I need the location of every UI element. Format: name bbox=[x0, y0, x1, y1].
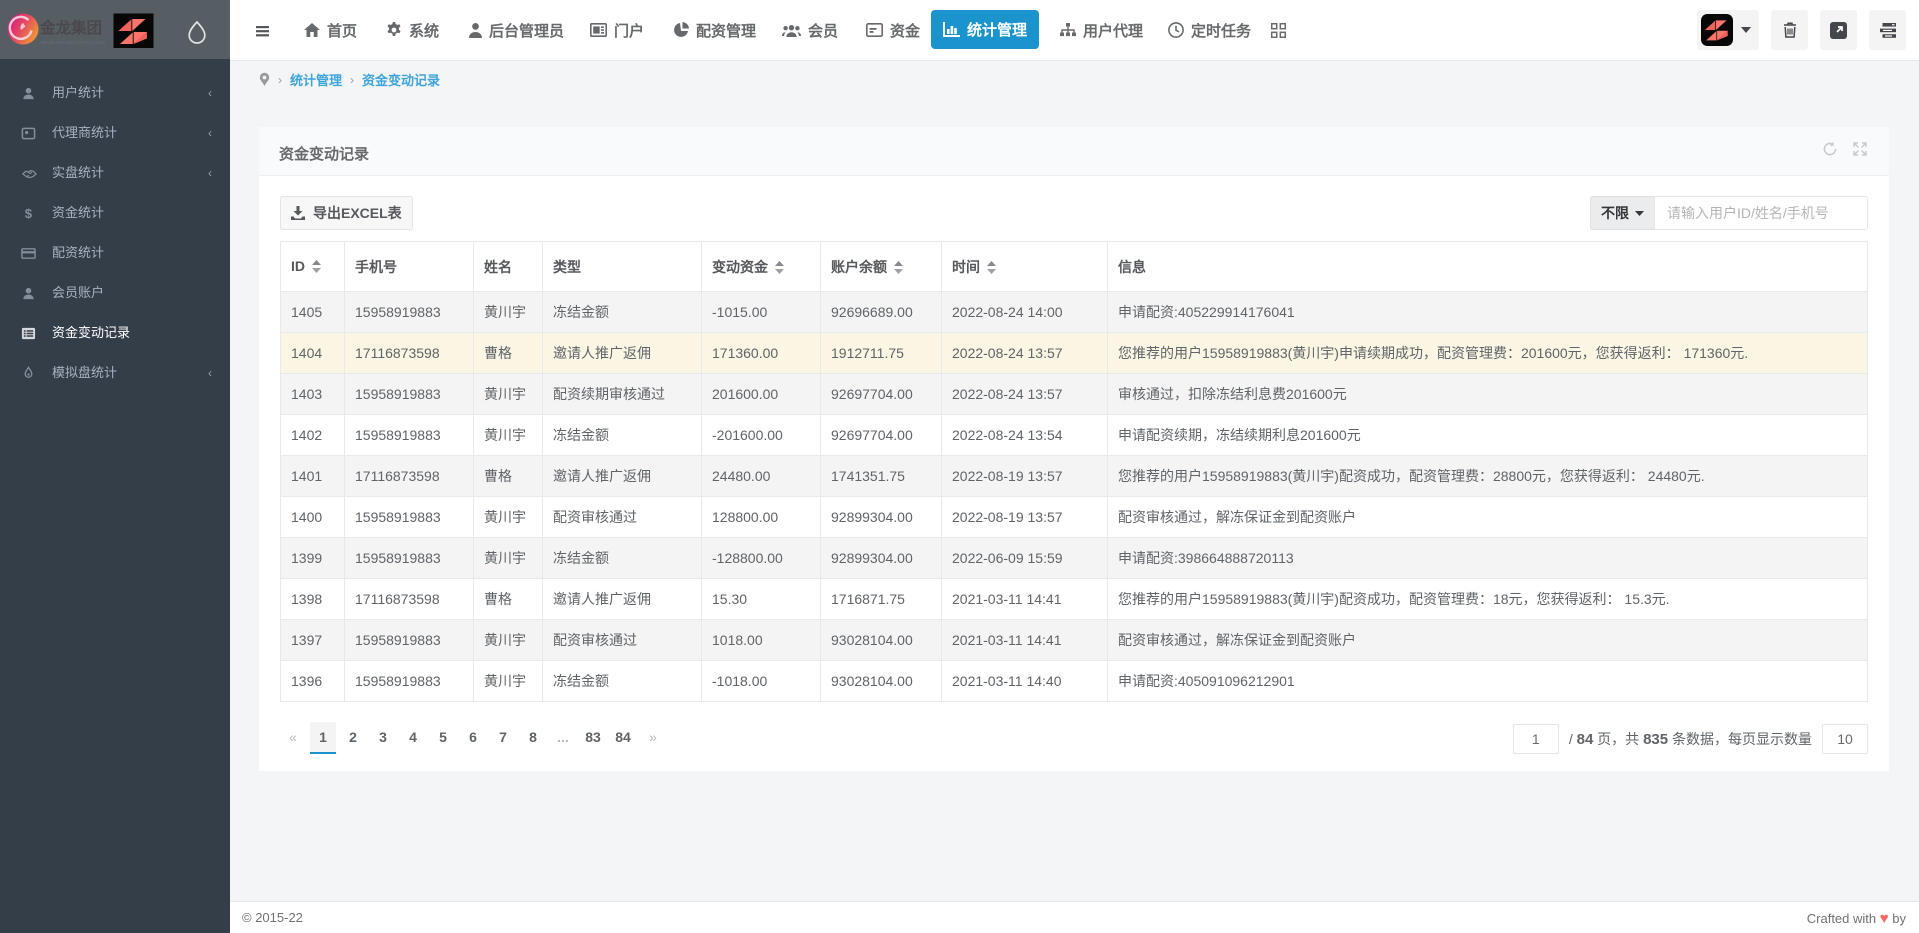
svg-text:金龙集团: 金龙集团 bbox=[39, 18, 102, 37]
svg-text:WWW.JINLONGJITUAN.COM: WWW.JINLONGJITUAN.COM bbox=[41, 40, 105, 45]
svg-text:$: $ bbox=[25, 206, 33, 221]
